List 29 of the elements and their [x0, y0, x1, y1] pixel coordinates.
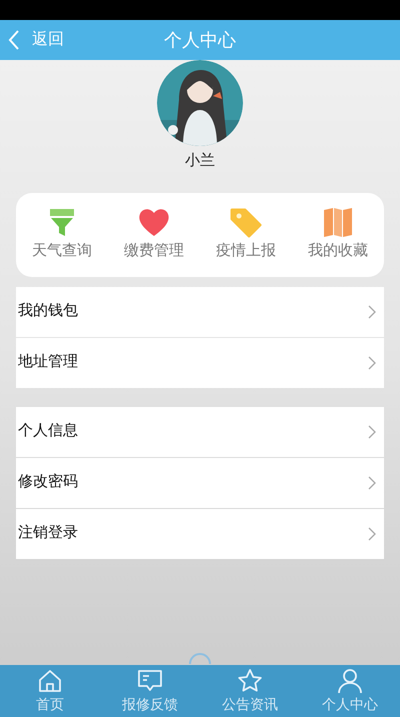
- tab-button[interactable]: 个人中心: [300, 665, 400, 717]
- map-icon: [321, 206, 355, 238]
- chevron-icon: [368, 526, 376, 540]
- shortcut-button[interactable]: 我的收藏: [292, 206, 384, 263]
- star-icon: [237, 668, 263, 694]
- user-name: 小兰: [185, 151, 215, 171]
- page-title: 个人中心: [164, 28, 236, 52]
- tab-button[interactable]: 报修反馈: [100, 665, 200, 717]
- menu-item[interactable]: 注销登录: [16, 508, 384, 558]
- home-icon: [37, 668, 63, 694]
- menu-item[interactable]: 个人信息: [16, 406, 384, 456]
- chevron-icon: [368, 476, 376, 490]
- shortcut-button[interactable]: 疫情上报: [200, 206, 292, 263]
- chevron-icon: [368, 356, 376, 370]
- back-icon: [8, 29, 20, 51]
- back-button[interactable]: 返回: [0, 28, 64, 52]
- tag-icon: [229, 206, 263, 238]
- menu-item[interactable]: 地址管理: [16, 338, 384, 388]
- shortcut-button[interactable]: 天气查询: [16, 206, 108, 263]
- menu-item[interactable]: 我的钱包: [16, 286, 384, 336]
- tab-button[interactable]: 公告资讯: [200, 665, 300, 717]
- message-icon: [137, 668, 163, 694]
- user-icon: [337, 668, 363, 694]
- loading-spinner-icon: [188, 653, 212, 665]
- shortcut-button[interactable]: 缴费管理: [108, 206, 200, 263]
- chevron-icon: [368, 424, 376, 438]
- tab-button[interactable]: 首页: [0, 665, 100, 717]
- chevron-icon: [368, 304, 376, 318]
- menu-item[interactable]: 修改密码: [16, 458, 384, 508]
